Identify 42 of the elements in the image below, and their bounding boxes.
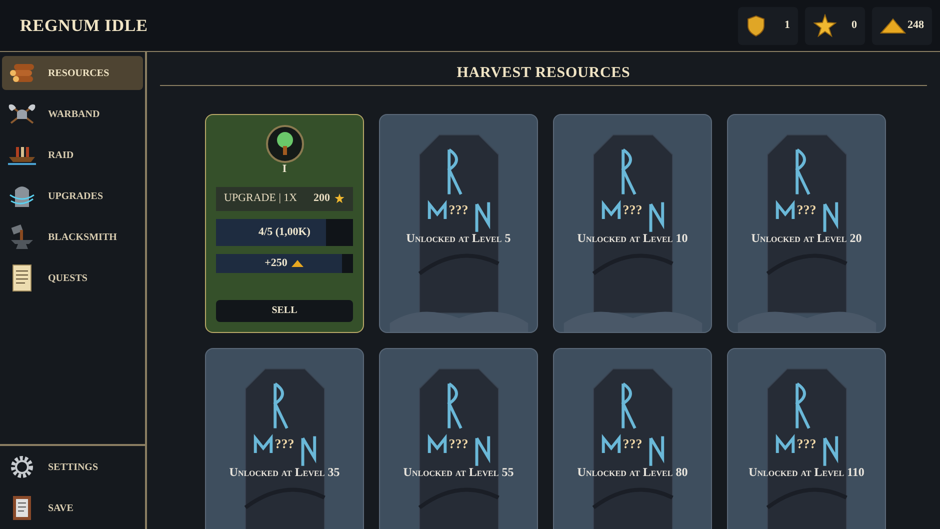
unlock-level-text: Unlocked at Level 20 [751,230,862,246]
game-title: REGNUM IDLE [20,14,148,37]
longship-icon [8,144,36,166]
star-icon [334,193,345,204]
unlock-level-text: Unlocked at Level 5 [406,230,511,246]
level-numeral: I [282,164,287,174]
nav-item[interactable]: SETTINGS [2,450,143,484]
coin-pile-icon [291,258,304,268]
currency-amount: 0 [852,18,857,34]
progress-text: 4/5 (1,00K) [258,224,312,240]
unknown-resource-text: ??? [622,434,642,452]
unknown-resource-text: ??? [448,434,468,452]
nav-item[interactable]: RAID [2,138,143,172]
nav-item[interactable]: QUESTS [2,261,143,295]
logs-icon [8,62,36,84]
sell-button[interactable]: SELL [216,300,353,322]
unknown-resource-text: ??? [448,200,468,218]
currency-amount: 248 [908,18,924,34]
nav-item[interactable]: SAVE [2,491,143,525]
nav-item[interactable]: RESOURCES [2,56,143,90]
unlock-level-text: Unlocked at Level 35 [229,464,340,480]
unknown-resource-text: ??? [796,200,816,218]
unknown-resource-text: ??? [622,200,642,218]
star-icon [813,14,837,38]
unlock-level-text: Unlocked at Level 10 [577,230,688,246]
crossed-axes-icon [8,103,36,125]
unlock-level-text: Unlocked at Level 80 [577,464,688,480]
nav-item[interactable]: UPGRADES [2,179,143,213]
unlock-level-text: Unlocked at Level 110 [748,464,864,480]
unlock-level-text: Unlocked at Level 55 [403,464,514,480]
unknown-resource-text: ??? [796,434,816,452]
settings-icon [9,454,35,480]
section-title: HARVEST RESOURCES [456,64,630,83]
coin-pile-icon [880,16,906,34]
upgrade-button[interactable]: UPGRADE | 1X 200 [216,186,353,210]
yield-text: +250 [264,256,288,271]
nav-item[interactable]: BLACKSMITH [2,220,143,254]
book-icon [10,494,34,522]
currency-amount: 1 [784,18,790,34]
shield-icon [746,14,766,36]
unknown-resource-text: ??? [274,434,294,452]
nav-item[interactable]: WARBAND [2,97,143,131]
